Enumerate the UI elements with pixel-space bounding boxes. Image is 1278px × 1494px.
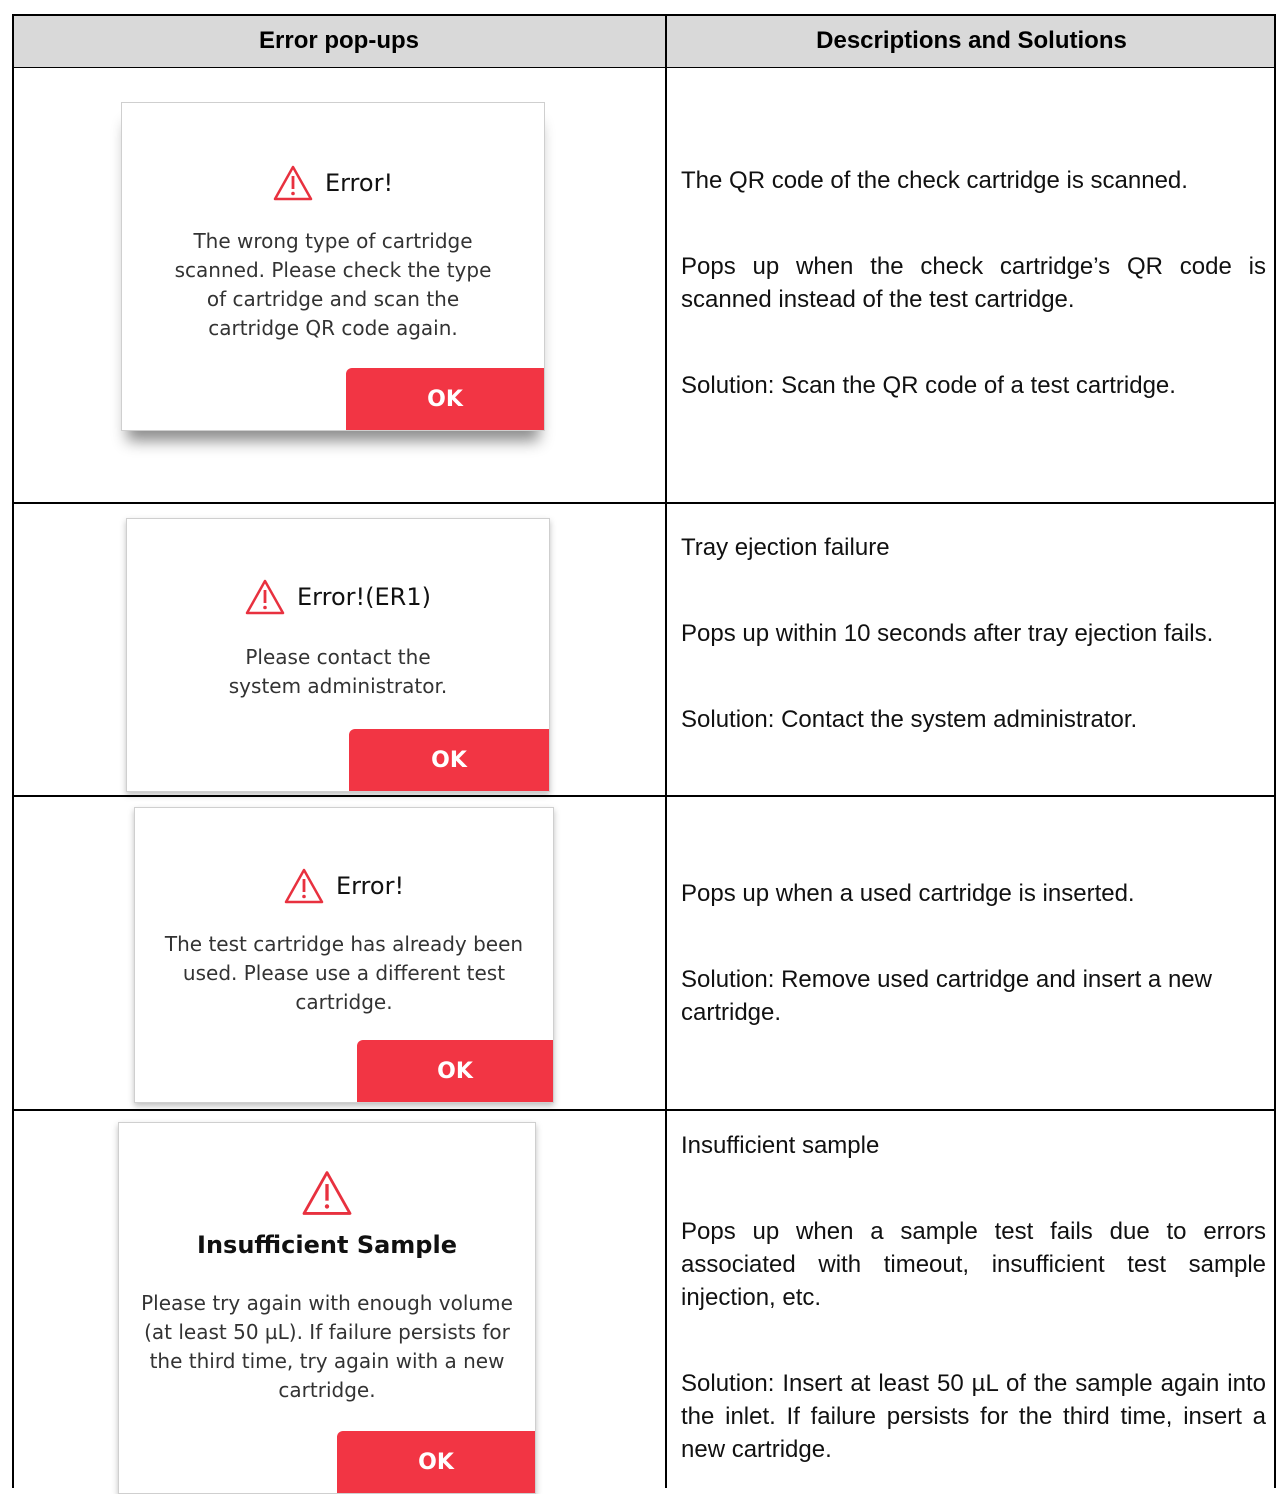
description-text: Pops up when the check cartridge’s QR co… (681, 253, 1266, 313)
description-cell-1: The QR code of the check cartridge is sc… (681, 164, 1266, 402)
description-text: Pops up when a sample test fails due to … (681, 1218, 1266, 1311)
header-divider (12, 67, 1276, 68)
solution-text: Solution: Insert at least 50 µL of the s… (681, 1370, 1266, 1463)
description-text: Insufficient sample (681, 1132, 880, 1159)
warning-triangle-icon (273, 165, 313, 201)
popup-title: Insufficient Sample (119, 1231, 535, 1259)
popup-message: Please contact the system administrator. (228, 645, 448, 698)
description-text: Tray ejection failure (681, 534, 890, 561)
table-border-left (12, 14, 14, 1488)
popup-title-row: Error!(ER1) (127, 579, 549, 615)
row-divider-1 (12, 502, 1276, 504)
popup-icon-row (119, 1170, 535, 1216)
header-col2-label: Descriptions and Solutions (816, 27, 1127, 54)
row-divider-2 (12, 795, 1276, 797)
description-cell-3: Pops up when a used cartridge is inserte… (681, 877, 1266, 1029)
solution-text: Solution: Remove used cartridge and inse… (681, 966, 1212, 1026)
description-cell-2: Tray ejection failure Pops up within 10 … (681, 531, 1266, 736)
popup-title-row: Error! (135, 868, 553, 904)
popup-message: The wrong type of cartridge scanned. Ple… (174, 229, 492, 340)
table-border-right (1274, 14, 1276, 1488)
popup-title: Error!(ER1) (297, 583, 431, 611)
error-popup-er1: Error!(ER1) Please contact the system ad… (126, 518, 550, 792)
ok-button[interactable]: OK (349, 729, 549, 791)
header-col1-label: Error pop-ups (259, 27, 419, 54)
header-descriptions: Descriptions and Solutions (667, 14, 1276, 68)
description-text: The QR code of the check cartridge is sc… (681, 167, 1188, 194)
popup-title-row: Error! (122, 165, 544, 201)
solution-text: Solution: Contact the system administrat… (681, 706, 1138, 733)
warning-triangle-icon (301, 1170, 353, 1216)
warning-triangle-icon (284, 868, 324, 904)
popup-title: Error! (335, 872, 405, 900)
row-divider-3 (12, 1109, 1276, 1111)
popup-title: Error! (324, 169, 394, 197)
error-popup-wrong-cartridge: Error! The wrong type of cartridge scann… (121, 102, 545, 431)
ok-button[interactable]: OK (357, 1040, 553, 1102)
popup-title-text: Insufficient Sample (197, 1231, 457, 1259)
solution-text: Solution: Scan the QR code of a test car… (681, 372, 1176, 399)
popup-message: The test cartridge has already been used… (164, 932, 524, 1014)
error-table: Error pop-ups Descriptions and Solutions… (12, 14, 1276, 1494)
ok-button[interactable]: OK (337, 1431, 535, 1493)
warning-triangle-icon (245, 579, 285, 615)
description-text: Pops up when a used cartridge is inserte… (681, 880, 1135, 907)
popup-message: Please try again with enough volume (at … (141, 1291, 513, 1402)
table-border-top (12, 14, 1276, 16)
column-divider (665, 14, 667, 1488)
ok-button[interactable]: OK (346, 368, 544, 430)
header-error-popups: Error pop-ups (12, 14, 666, 68)
error-popup-used-cartridge: Error! The test cartridge has already be… (134, 807, 554, 1103)
description-cell-4: Insufficient sample Pops up when a sampl… (681, 1129, 1266, 1466)
error-popup-insufficient-sample: Insufficient Sample Please try again wit… (118, 1122, 536, 1494)
description-text: Pops up within 10 seconds after tray eje… (681, 620, 1214, 647)
